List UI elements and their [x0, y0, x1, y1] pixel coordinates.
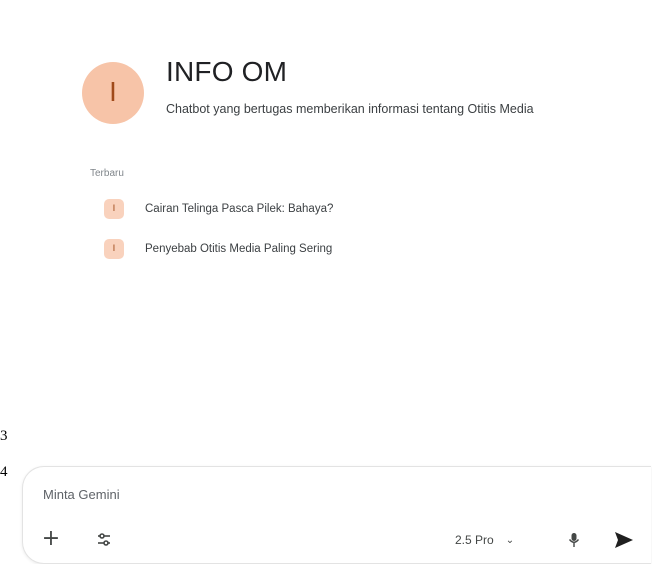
tools-button[interactable] — [93, 529, 115, 551]
add-button[interactable]: + — [39, 527, 63, 551]
gem-avatar-letter: I — [109, 78, 117, 108]
chevron-down-icon: ⌄ — [505, 534, 515, 546]
gem-chat-icon-letter: I — [112, 204, 116, 214]
recent-chat-title: Cairan Telinga Pasca Pilek: Bahaya? — [145, 203, 334, 215]
model-label: 2.5 Pro — [455, 533, 494, 547]
line-number: 3 — [0, 428, 8, 444]
gem-header: I INFO OM Chatbot yang bertugas memberik… — [82, 52, 642, 132]
recent-chat-item[interactable]: I Penyebab Otitis Media Paling Sering — [104, 236, 524, 262]
gem-chat-icon: I — [104, 199, 124, 219]
recent-section-label: Terbaru — [90, 168, 124, 179]
send-button[interactable] — [609, 525, 639, 555]
gem-title: INFO OM — [166, 56, 288, 87]
prompt-composer: Minta Gemini + 2.5 Pro ⌄ — [22, 466, 651, 564]
gem-chat-icon-letter: I — [112, 244, 116, 254]
recent-chat-item[interactable]: I Cairan Telinga Pasca Pilek: Bahaya? — [104, 196, 524, 222]
line-number: 4 — [0, 464, 8, 480]
gem-chat-icon: I — [104, 239, 124, 259]
main-content: I INFO OM Chatbot yang bertugas memberik… — [12, 0, 652, 450]
gem-description: Chatbot yang bertugas memberikan informa… — [166, 102, 534, 116]
gem-avatar: I — [82, 62, 144, 124]
send-icon — [615, 532, 633, 548]
plus-icon: + — [41, 526, 61, 551]
gemini-page: I INFO OM Chatbot yang bertugas memberik… — [0, 0, 652, 564]
tools-icon — [98, 533, 110, 546]
mic-icon — [568, 533, 580, 547]
prompt-input[interactable]: Minta Gemini — [43, 487, 120, 502]
recent-chat-list: I Cairan Telinga Pasca Pilek: Bahaya? I … — [104, 196, 524, 276]
recent-chat-title: Penyebab Otitis Media Paling Sering — [145, 243, 333, 255]
microphone-button[interactable] — [564, 529, 584, 551]
model-selector[interactable]: 2.5 Pro ⌄ — [455, 530, 514, 550]
